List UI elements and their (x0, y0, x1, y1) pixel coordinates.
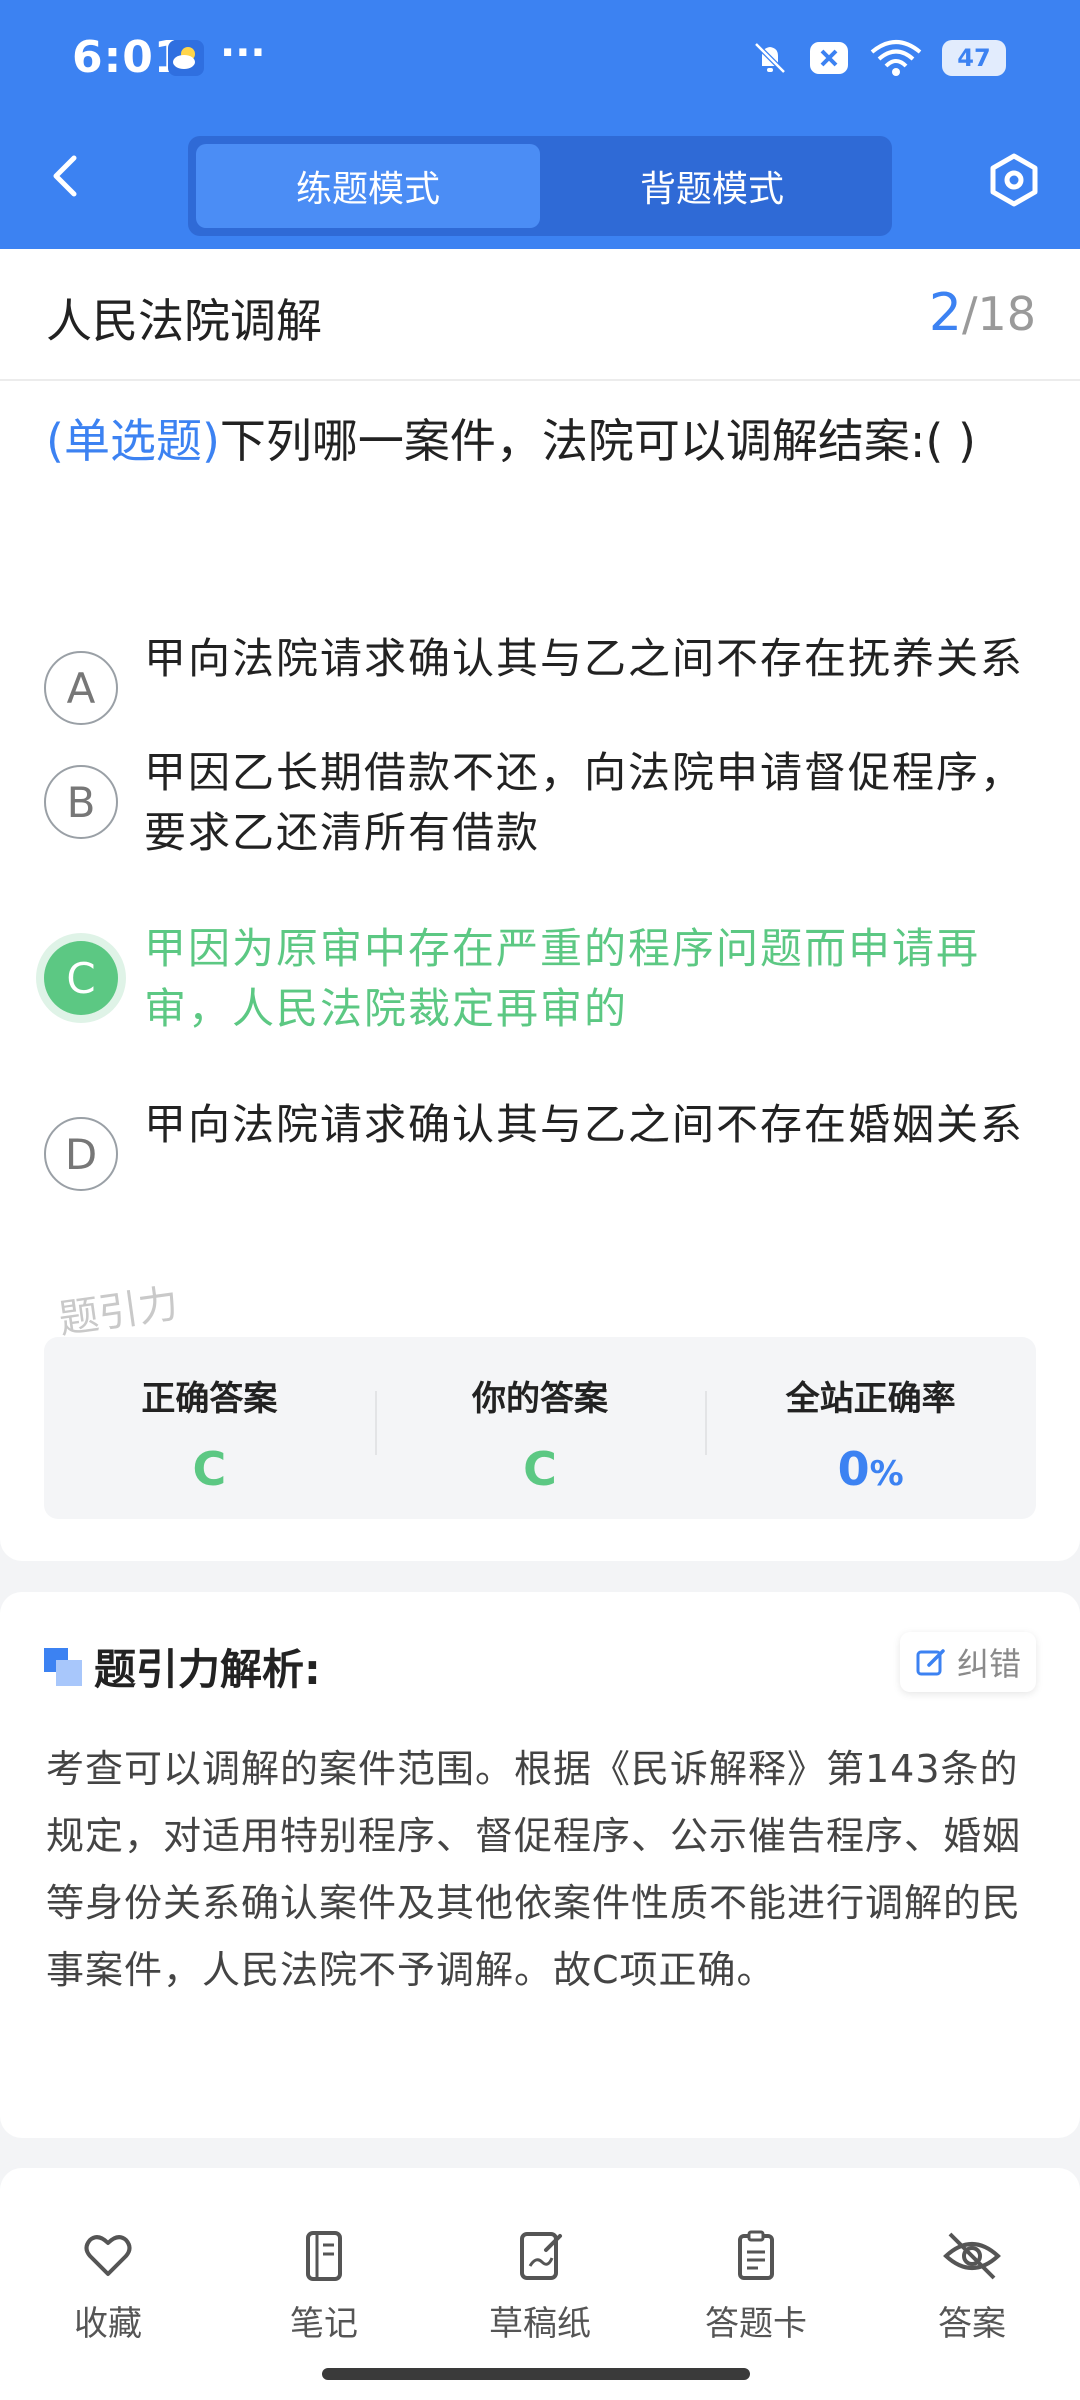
analysis-squares-icon (44, 1648, 82, 1686)
option-letter: A (44, 651, 118, 725)
report-error-label: 纠错 (956, 1645, 1021, 1683)
stat-value: C (523, 1442, 557, 1496)
rate-number: 0 (837, 1442, 870, 1496)
option-text: 甲向法院请求确认其与乙之间不存在婚姻关系 (144, 1100, 1025, 1149)
analysis-text: 考查可以调解的案件范围。根据《民诉解释》第143条的规定，对适用特别程序、督促程… (46, 1747, 1022, 1992)
favorite-label: 收藏 (74, 2304, 142, 2344)
notes-button[interactable]: 笔记 (244, 2228, 404, 2345)
mode-toggle: 练题模式 背题模式 (188, 136, 892, 236)
tab-memorize-mode[interactable]: 背题模式 (540, 144, 884, 228)
tab-practice-mode[interactable]: 练题模式 (196, 144, 540, 228)
status-bar: 6:01 ··· 47 (0, 0, 1080, 118)
settings-button[interactable] (984, 150, 1044, 210)
wifi-icon (870, 40, 922, 76)
question-header: 人民法院调解 2/18 (0, 249, 1080, 381)
analysis-title: 题引力解析: (94, 1645, 321, 1694)
favorite-button[interactable]: 收藏 (28, 2228, 188, 2345)
nav-row: 练题模式 背题模式 (0, 118, 1080, 249)
current-question-number: 2 (928, 283, 962, 343)
mute-icon (754, 42, 786, 74)
option-d[interactable]: D 甲向法院请求确认其与乙之间不存在婚姻关系 (44, 1095, 1044, 1215)
hexagon-settings-icon (990, 153, 1038, 207)
back-button[interactable] (40, 146, 90, 206)
stat-label: 你的答案 (472, 1379, 608, 1419)
bottom-toolbar: 收藏 笔记 草稿纸 答题卡 答案 (0, 2168, 1080, 2400)
answer-stats: 正确答案 C 你的答案 C 全站正确率 0% (44, 1337, 1036, 1519)
option-b[interactable]: B 甲因乙长期借款不还，向法院申请督促程序，要求乙还清所有借款 (44, 743, 1044, 863)
stat-accuracy-rate: 全站正确率 0% (705, 1337, 1036, 1519)
stat-label: 全站正确率 (785, 1379, 956, 1419)
draft-paper-icon (520, 2232, 562, 2280)
option-letter: C (44, 941, 118, 1015)
answer-sheet-button[interactable]: 答题卡 (676, 2228, 836, 2345)
section-title: 人民法院调解 (46, 294, 322, 348)
notebook-icon (306, 2231, 342, 2281)
question-card: 人民法院调解 2/18 (单选题)下列哪一案件，法院可以调解结案:( ) A 甲… (0, 249, 1080, 1561)
battery-icon: 47 (942, 40, 1006, 76)
edit-icon (916, 1649, 945, 1676)
home-indicator[interactable] (322, 2368, 750, 2380)
option-letter: D (44, 1117, 118, 1191)
question-counter: 2/18 (929, 283, 1036, 343)
eye-off-icon (943, 2232, 1001, 2280)
status-more-dots: ··· (220, 30, 266, 76)
total-questions: /18 (961, 287, 1036, 341)
heart-icon (84, 2235, 132, 2276)
draft-paper-button[interactable]: 草稿纸 (460, 2228, 620, 2345)
show-answer-label: 答案 (938, 2304, 1006, 2344)
status-icons: 47 (750, 38, 1006, 78)
option-text: 甲向法院请求确认其与乙之间不存在抚养关系 (144, 634, 1025, 683)
show-answer-button[interactable]: 答案 (892, 2228, 1052, 2345)
option-text: 甲因乙长期借款不还，向法院申请督促程序，要求乙还清所有借款 (144, 748, 1025, 857)
top-app-bar: 6:01 ··· 47 练题模式 背题模式 (0, 0, 1080, 249)
rate-unit: % (869, 1454, 904, 1494)
analysis-card: 题引力解析: 纠错 考查可以调解的案件范围。根据《民诉解释》第143条的规定，对… (0, 1592, 1080, 2138)
question-type: (单选题) (46, 414, 220, 468)
report-error-button[interactable]: 纠错 (900, 1632, 1036, 1692)
stat-correct-answer: 正确答案 C (44, 1337, 375, 1519)
answer-sheet-label: 答题卡 (705, 2304, 807, 2344)
stat-value: 0% (705, 1442, 1036, 1496)
stat-your-answer: 你的答案 C (374, 1337, 706, 1519)
option-a[interactable]: A 甲向法院请求确认其与乙之间不存在抚养关系 (44, 629, 1044, 749)
draft-paper-label: 草稿纸 (489, 2304, 591, 2344)
stat-value: C (192, 1442, 227, 1496)
option-letter: B (44, 765, 118, 839)
chevron-left-icon (53, 155, 77, 197)
notes-label: 笔记 (290, 2304, 358, 2344)
answer-sheet-icon (738, 2230, 774, 2280)
option-text: 甲因为原审中存在严重的程序问题而申请再审，人民法院裁定再审的 (144, 924, 981, 1033)
question-stem: (单选题)下列哪一案件，法院可以调解结案:( ) (46, 399, 1036, 483)
close-box-icon (810, 42, 848, 74)
question-text: 下列哪一案件，法院可以调解结案:( ) (219, 414, 976, 468)
stat-label: 正确答案 (141, 1379, 278, 1419)
watermark: 题引力 (55, 1280, 182, 1344)
weather-icon (168, 40, 204, 76)
option-c[interactable]: C 甲因为原审中存在严重的程序问题而申请再审，人民法院裁定再审的 (44, 919, 1044, 1039)
